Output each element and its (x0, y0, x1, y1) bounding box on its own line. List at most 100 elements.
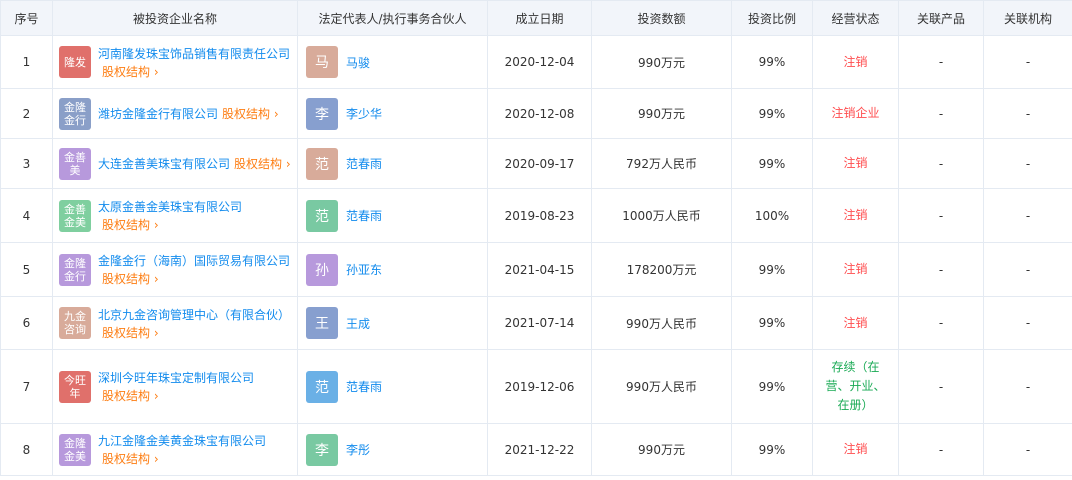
related-product: - (898, 349, 984, 424)
investment-ratio: 99% (731, 138, 813, 189)
related-org: - (983, 188, 1072, 243)
legal-rep-link[interactable]: 马骏 (346, 54, 370, 71)
chevron-right-icon: › (273, 106, 279, 121)
equity-structure-link[interactable]: 股权结构 › (102, 218, 159, 232)
row-index: 1 (0, 35, 53, 89)
avatar[interactable]: 孙 (306, 253, 338, 286)
company-logo[interactable]: 金隆金行 (59, 253, 91, 286)
legal-rep-link[interactable]: 李少华 (346, 105, 382, 122)
related-product: - (898, 423, 984, 476)
avatar[interactable]: 范 (306, 147, 338, 180)
established-date: 2021-12-22 (487, 423, 592, 476)
operating-status: 注销 (812, 35, 899, 89)
established-date: 2020-12-08 (487, 88, 592, 139)
equity-structure-link[interactable]: 股权结构 › (234, 157, 291, 171)
equity-label: 股权结构 (222, 106, 271, 121)
investment-amount: 990万元 (591, 35, 732, 89)
equity-label: 股权结构 (102, 452, 151, 466)
company-logo[interactable]: 金隆金行 (59, 97, 91, 130)
company-cell: 金隆金行 金隆金行（海南）国际贸易有限公司股权结构 › (52, 242, 298, 297)
equity-structure-link[interactable]: 股权结构 › (102, 452, 159, 466)
legal-rep-link[interactable]: 李彤 (346, 441, 370, 458)
equity-structure-link[interactable]: 股权结构 › (102, 65, 159, 79)
equity-structure-link[interactable]: 股权结构 › (102, 272, 159, 286)
header-date: 成立日期 (487, 0, 592, 36)
status-text: 注销企业 (831, 106, 880, 120)
row-index: 5 (0, 242, 53, 297)
header-status: 经营状态 (812, 0, 899, 36)
related-org: - (983, 349, 1072, 424)
equity-structure-link[interactable]: 股权结构 › (102, 326, 159, 340)
header-org: 关联机构 (983, 0, 1072, 36)
table-row: 8 金隆金美 九江金隆金美黄金珠宝有限公司股权结构 › 李李彤 2021-12-22 99… (0, 423, 1072, 476)
avatar[interactable]: 李 (306, 433, 338, 466)
company-name-link[interactable]: 九江金隆金美黄金珠宝有限公司 (98, 434, 266, 448)
company-name-link[interactable]: 太原金善金美珠宝有限公司 (98, 200, 242, 214)
company-logo[interactable]: 隆发 (59, 46, 91, 78)
operating-status: 存续（在营、开业、在册） (812, 349, 899, 424)
related-product: - (898, 242, 984, 297)
investment-amount: 1000万人民币 (591, 188, 732, 243)
operating-status: 注销 (812, 423, 899, 476)
investment-amount: 990万元 (591, 88, 732, 139)
equity-structure-link[interactable]: 股权结构 › (102, 389, 159, 403)
table-row: 5 金隆金行 金隆金行（海南）国际贸易有限公司股权结构 › 孙孙亚东 2021-04-1… (0, 242, 1072, 297)
equity-structure-link[interactable]: 股权结构 › (222, 107, 279, 121)
operating-status: 注销 (812, 138, 899, 189)
company-logo[interactable]: 今旺年 (59, 370, 91, 403)
investment-ratio: 99% (731, 423, 813, 476)
company-cell: 九金咨询 北京九金咨询管理中心（有限合伙） 股权结构 › (52, 296, 298, 350)
chevron-right-icon: › (285, 156, 291, 171)
avatar[interactable]: 李 (306, 97, 338, 130)
legal-rep-link[interactable]: 范春雨 (346, 378, 382, 395)
table-header-row: 序号 被投资企业名称 法定代表人/执行事务合伙人 成立日期 投资数额 投资比例 … (0, 0, 1072, 36)
company-name-link[interactable]: 深圳今旺年珠宝定制有限公司 (98, 371, 254, 385)
legal-rep-link[interactable]: 王成 (346, 315, 370, 332)
company-logo[interactable]: 九金咨询 (59, 307, 91, 339)
legal-rep-cell: 王王成 (297, 296, 488, 350)
chevron-right-icon: › (153, 272, 159, 286)
company-name-link[interactable]: 潍坊金隆金行有限公司 (98, 107, 218, 121)
avatar[interactable]: 范 (306, 199, 338, 232)
established-date: 2019-12-06 (487, 349, 592, 424)
row-index: 2 (0, 88, 53, 139)
investment-amount: 990万人民币 (591, 349, 732, 424)
avatar[interactable]: 马 (306, 46, 338, 78)
status-text: 注销 (843, 156, 868, 170)
company-cell: 金隆金行 潍坊金隆金行有限公司 股权结构 › (52, 88, 298, 139)
legal-rep-cell: 李李彤 (297, 423, 488, 476)
chevron-right-icon: › (153, 325, 159, 340)
status-text: 注销 (843, 442, 868, 456)
related-product: - (898, 88, 984, 139)
equity-label: 股权结构 (102, 389, 151, 403)
related-product: - (898, 138, 984, 189)
equity-label: 股权结构 (102, 325, 151, 340)
company-name-link[interactable]: 大连金善美珠宝有限公司 (98, 157, 230, 171)
company-name-link[interactable]: 北京九金咨询管理中心（有限合伙） (98, 308, 290, 322)
status-text: 注销 (843, 262, 868, 276)
company-logo[interactable]: 金善美 (59, 147, 91, 180)
related-org: - (983, 88, 1072, 139)
established-date: 2020-12-04 (487, 35, 592, 89)
company-logo[interactable]: 金隆金美 (59, 433, 91, 466)
related-product: - (898, 188, 984, 243)
operating-status: 注销 (812, 188, 899, 243)
chevron-right-icon: › (153, 452, 159, 466)
avatar[interactable]: 王 (306, 307, 338, 339)
investment-ratio: 99% (731, 296, 813, 350)
header-amount: 投资数额 (591, 0, 732, 36)
status-text: 存续（在营、开业、在册） (825, 360, 886, 412)
avatar[interactable]: 范 (306, 370, 338, 403)
investment-table: 序号 被投资企业名称 法定代表人/执行事务合伙人 成立日期 投资数额 投资比例 … (0, 0, 1072, 476)
legal-rep-cell: 李李少华 (297, 88, 488, 139)
company-logo[interactable]: 金善金美 (59, 199, 91, 232)
company-name-link[interactable]: 河南隆发珠宝饰品销售有限责任公司 (98, 47, 290, 61)
status-text: 注销 (843, 208, 868, 222)
legal-rep-link[interactable]: 范春雨 (346, 207, 382, 224)
header-product: 关联产品 (898, 0, 984, 36)
company-name-link[interactable]: 金隆金行（海南）国际贸易有限公司 (98, 254, 290, 268)
related-org: - (983, 242, 1072, 297)
legal-rep-link[interactable]: 孙亚东 (346, 261, 382, 278)
legal-rep-link[interactable]: 范春雨 (346, 155, 382, 172)
established-date: 2019-08-23 (487, 188, 592, 243)
